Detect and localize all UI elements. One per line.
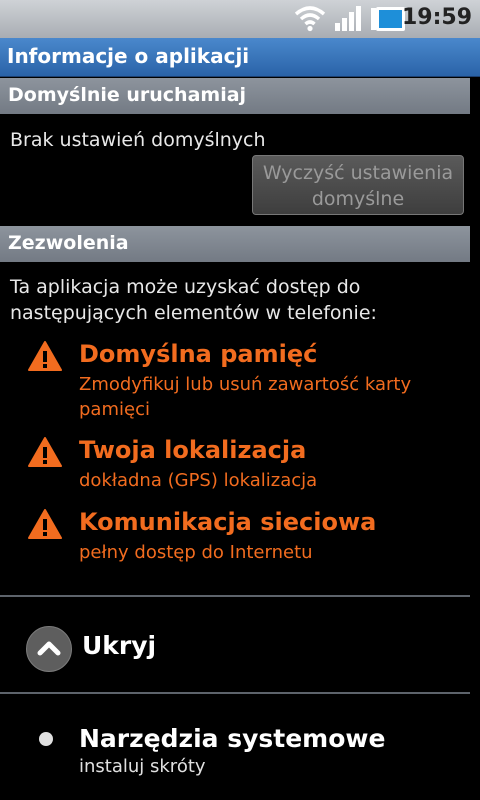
permission-description: pełny dostęp do Internetu — [79, 542, 313, 563]
warning-icon — [28, 341, 62, 371]
wifi-icon — [294, 6, 326, 32]
permission-description-line2: pamięci — [79, 399, 150, 420]
permissions-intro-line2: następujących elementów w telefonie: — [10, 302, 377, 324]
permission-name: Komunikacja sieciowa — [79, 508, 377, 536]
permission-name: Domyślna pamięć — [79, 340, 318, 368]
battery-icon — [371, 7, 405, 31]
permission-description: Zmodyfikuj lub usuń zawartość karty pami… — [79, 372, 449, 422]
hide-permissions-toggle[interactable]: Ukryj — [0, 598, 470, 692]
status-bar: 19:59 — [0, 0, 480, 38]
chevron-up-button[interactable] — [26, 626, 72, 672]
permissions-intro: Ta aplikacja może uzyskać dostęp do nast… — [10, 274, 377, 326]
permissions-section-title: Zezwolenia — [8, 232, 129, 254]
permission-description: dokładna (GPS) lokalizacja — [79, 470, 318, 491]
clear-defaults-label-line1: Wyczyść ustawienia — [262, 162, 454, 184]
warning-icon — [28, 509, 62, 539]
permission-name: Narzędzia systemowe — [79, 724, 386, 753]
defaults-section-title: Domyślnie uruchamiaj — [8, 84, 247, 106]
chevron-up-icon — [37, 641, 61, 656]
warning-icon — [28, 437, 62, 467]
divider — [0, 595, 470, 597]
permission-description: instaluj skróty — [79, 756, 206, 777]
page-title: Informacje o aplikacji — [7, 44, 250, 68]
clear-defaults-button[interactable]: Wyczyść ustawienia domyślne — [252, 155, 464, 215]
permission-name: Twoja lokalizacja — [79, 436, 307, 464]
bullet-icon — [39, 732, 53, 746]
permissions-intro-line1: Ta aplikacja może uzyskać dostęp do — [10, 276, 361, 298]
permission-item-system-tools[interactable]: Narzędzia systemowe instaluj skróty — [0, 720, 470, 790]
hide-label: Ukryj — [82, 631, 157, 660]
title-bar: Informacje o aplikacji — [0, 38, 480, 77]
divider — [0, 692, 470, 694]
clock: 19:59 — [401, 5, 472, 30]
permission-description-line1: Zmodyfikuj lub usuń zawartość karty — [79, 374, 412, 395]
permissions-section-header: Zezwolenia — [0, 226, 470, 262]
clear-defaults-label-line2: domyślne — [311, 188, 405, 210]
no-defaults-text: Brak ustawień domyślnych — [10, 129, 266, 151]
defaults-section-header: Domyślnie uruchamiaj — [0, 78, 470, 114]
signal-icon — [335, 6, 361, 31]
